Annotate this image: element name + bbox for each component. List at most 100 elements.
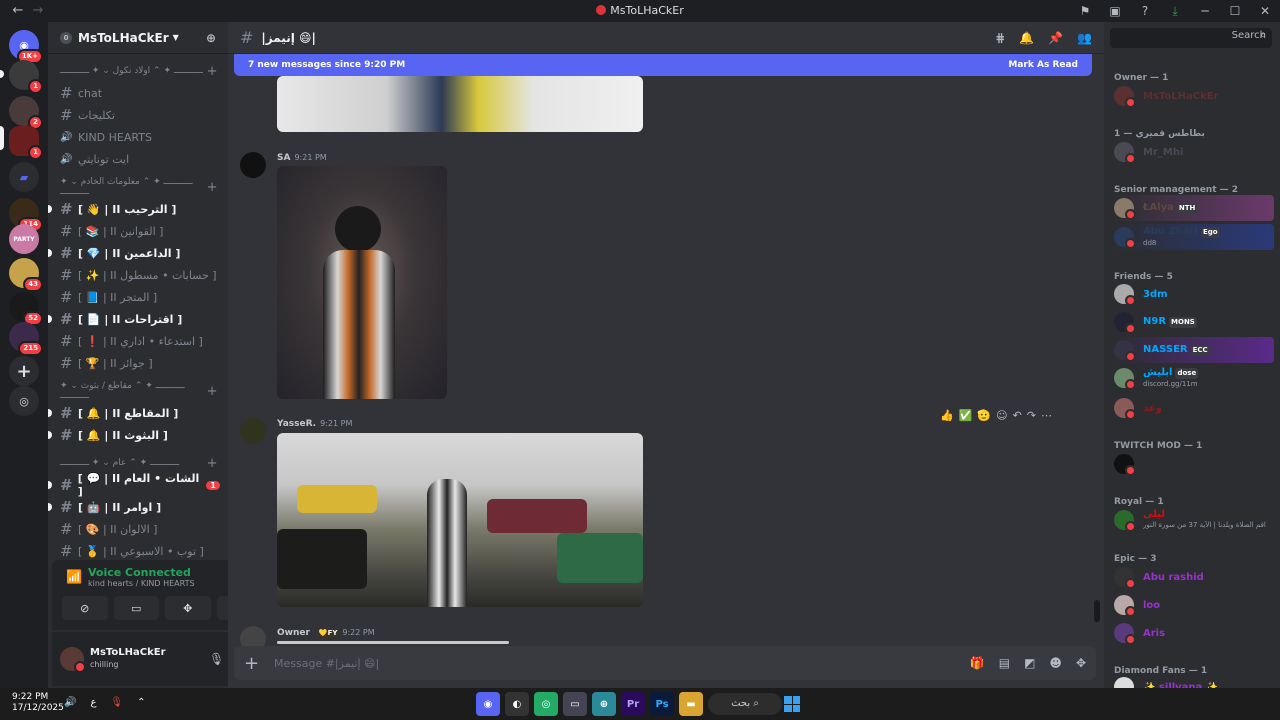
text-channel[interactable]: # [ 📚 | II القوانين ] [56, 220, 220, 242]
member-item[interactable]: ابليش dose discord.gg/11m [1110, 365, 1274, 391]
flag-icon[interactable]: ⚑ [1070, 4, 1100, 18]
mic-icon[interactable]: 🎙 [209, 652, 224, 666]
add-attachment-button[interactable]: + [244, 653, 274, 674]
image-attachment[interactable] [277, 433, 643, 607]
text-channel[interactable]: # [ 🏆 | II جوائز ] [56, 352, 220, 374]
camera-button[interactable]: ⊘ [62, 596, 108, 620]
member-item[interactable] [1110, 451, 1274, 477]
search-input[interactable]: Search ⌕ [1110, 28, 1272, 48]
member-item[interactable]: Mr_Mhi [1110, 139, 1274, 165]
text-channel[interactable]: # تكليجات [56, 104, 220, 126]
avatar[interactable] [240, 152, 266, 178]
scrollbar[interactable] [1094, 600, 1100, 622]
help-icon[interactable]: ? [1130, 4, 1160, 18]
activities-button[interactable]: ✥ [165, 596, 211, 620]
channel-category[interactable]: ـــــــــــ ✦ ⌃ معلومات الخادم ⌄ ✦ ـــــ… [48, 176, 228, 198]
member-item[interactable]: 3dm [1110, 281, 1274, 307]
apps-icon[interactable]: ✥ [1076, 656, 1086, 670]
image-attachment[interactable] [277, 641, 509, 644]
member-item[interactable]: Abu rashid [1110, 564, 1274, 590]
text-channel[interactable]: # [ 📄 | II اقتراحات ] [48, 308, 220, 330]
add-channel-icon[interactable]: + [207, 180, 218, 195]
text-channel[interactable]: # [ ❗ | II استدعاء • اداري ] [56, 330, 220, 352]
add-channel-icon[interactable]: + [207, 456, 218, 471]
minimize-button[interactable]: ─ [1190, 4, 1220, 18]
mic-tray-icon[interactable]: 🎙 [110, 697, 123, 708]
avatar[interactable] [240, 418, 266, 444]
server-party[interactable]: PARTY [9, 224, 39, 254]
home-button[interactable]: ◉ 1K+ [9, 30, 43, 64]
globe-app-icon[interactable]: ⊕ [592, 692, 616, 716]
message-composer[interactable]: + Message #|إنيمز 😄| 🎁 ▤ ◩ ☻ ✥ [234, 646, 1096, 680]
start-button[interactable] [784, 696, 800, 712]
inbox-icon[interactable]: ▣ [1100, 4, 1130, 18]
add-reaction-icon[interactable]: ☺ [996, 409, 1007, 422]
member-item[interactable]: وعد [1110, 395, 1274, 421]
close-button[interactable]: ✕ [1250, 4, 1280, 18]
channel-category[interactable]: ـــــــــــ ✦ ⌃ عام ⌄ ✦ ـــــــــــ + [48, 452, 228, 474]
bell-icon[interactable]: 🔔 [1019, 31, 1034, 45]
text-channel[interactable]: # [ 🔔 | II البثوث ] [48, 424, 220, 446]
server-5[interactable]: 43 [9, 258, 43, 292]
reply-icon[interactable]: ↶ [1013, 409, 1022, 422]
folder-icon[interactable]: ▰ [9, 162, 39, 192]
server-3-active[interactable]: 1 [9, 126, 43, 160]
members-icon[interactable]: 👥 [1077, 31, 1092, 45]
text-channel[interactable]: # [ 🎨 | II الالوان ] [56, 518, 220, 540]
member-item[interactable]: Abu Zharl Ego dd8 [1110, 224, 1274, 250]
text-channel[interactable]: # chat [56, 82, 220, 104]
chevron-up-icon[interactable]: ⌃ [137, 697, 145, 708]
message-input[interactable]: Message #|إنيمز 😄| [274, 657, 379, 670]
member-item[interactable]: NASSER ECC [1110, 337, 1274, 363]
image-attachment[interactable] [277, 76, 643, 132]
emoji-icon[interactable]: ☻ [1049, 656, 1062, 670]
gift-icon[interactable]: 🎁 [970, 656, 985, 670]
text-channel[interactable]: # [ 📘 | II المتجر ] [56, 286, 220, 308]
text-channel[interactable]: #[ 💬 | II الشات • العام ] 1 [48, 472, 220, 498]
taskbar-search[interactable]: بحث ⌕ [708, 693, 782, 715]
discover-icon[interactable]: ◎ [9, 386, 39, 416]
member-item[interactable]: N9R MONS [1110, 309, 1274, 335]
explorer-app-icon[interactable]: ▬ [679, 692, 703, 716]
chrome-app-icon[interactable]: ◎ [534, 692, 558, 716]
language-indicator[interactable]: ع [90, 697, 96, 708]
new-messages-bar[interactable]: 7 new messages since 9:20 PM Mark As Rea… [234, 54, 1092, 76]
server-7[interactable]: 215 [9, 322, 43, 356]
invite-icon[interactable]: ⊕ [206, 31, 216, 45]
text-channel[interactable]: # [ 🔔 | II المقاطع ] [48, 402, 220, 424]
volume-icon[interactable]: 🔊 [64, 697, 76, 708]
text-channel[interactable]: # [ 🥇 | II توب • الاسبوعي ] [56, 540, 220, 562]
add-channel-icon[interactable]: + [207, 384, 218, 399]
channel-category[interactable]: ـــــــــــ ✦ ⌃ مقاطع / بثوث ⌄ ✦ ـــــــ… [48, 380, 228, 402]
avatar[interactable] [60, 647, 86, 673]
member-item[interactable]: ليلى اقم الصلاة وبلدنا | الآية 37 من سورة… [1110, 507, 1274, 533]
member-item[interactable]: Aris [1110, 620, 1274, 646]
text-channel[interactable]: # [ 🤖 | II اوامر ] [48, 496, 220, 518]
member-item[interactable]: ŁAlya NTH [1110, 195, 1274, 221]
text-channel[interactable]: # [ ✨ | II حسابات • مسطول ] [56, 264, 220, 286]
voice-channel[interactable]: 🔊 ايت تونايتي [56, 148, 220, 170]
pin-icon[interactable]: 📌 [1048, 31, 1063, 45]
channel-category[interactable]: ـــــــــــ ✦ ⌃ اولاد نكول ⌄ ✦ ـــــــــ… [48, 60, 228, 82]
add-channel-icon[interactable]: + [207, 64, 218, 79]
forward-icon[interactable]: ↷ [1027, 409, 1036, 422]
server-1[interactable]: 1 [9, 60, 43, 94]
reaction-thumbs-up[interactable]: 👍 [940, 409, 954, 422]
photoshop-app-icon[interactable]: Ps [650, 692, 674, 716]
text-channel[interactable]: # [ 💎 | II الداعمين ] [48, 242, 220, 264]
server-2[interactable]: 2 [9, 96, 43, 130]
app-icon[interactable]: ▭ [563, 692, 587, 716]
add-server-button[interactable]: + [9, 356, 39, 386]
member-item[interactable]: MsToLHaCkEr [1110, 83, 1274, 109]
more-icon[interactable]: ⋯ [1041, 409, 1052, 422]
voice-channel[interactable]: 🔊 KIND HEARTS [56, 126, 220, 148]
maximize-button[interactable]: ☐ [1220, 4, 1250, 18]
gif-icon[interactable]: ▤ [999, 656, 1010, 670]
member-item[interactable]: loo [1110, 592, 1274, 618]
reaction-salute[interactable]: 🫡 [977, 409, 991, 422]
server-6[interactable]: 52 [9, 292, 43, 326]
premiere-app-icon[interactable]: Pr [621, 692, 645, 716]
text-channel[interactable]: # [ 👋 | II الترحيب ] [48, 198, 220, 220]
clock[interactable]: 9:22 PM 17/12/2025 [12, 692, 64, 714]
discord-app-icon[interactable]: ◉ [476, 692, 500, 716]
